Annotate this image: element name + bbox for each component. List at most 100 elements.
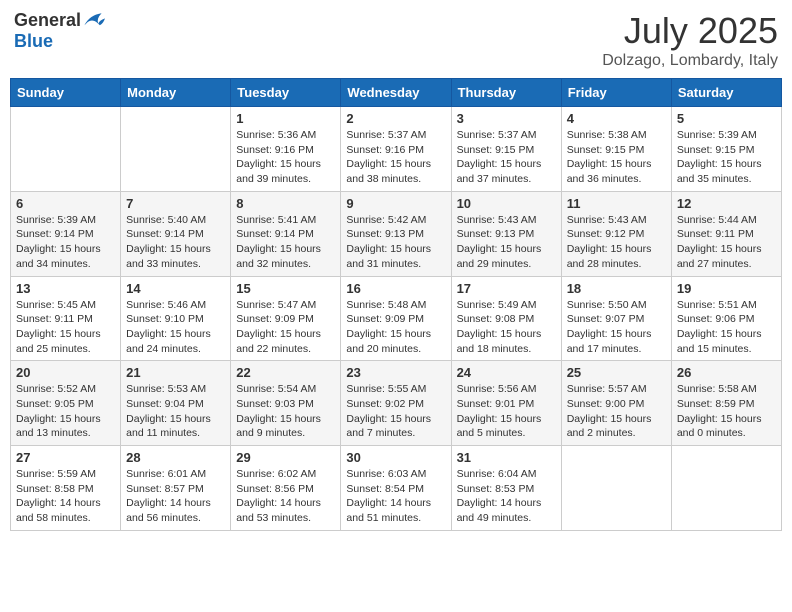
calendar-cell: 3 Sunrise: 5:37 AMSunset: 9:15 PMDaylight… (451, 107, 561, 192)
day-number: 7 (126, 196, 225, 211)
day-number: 19 (677, 281, 776, 296)
calendar-week-row: 13Sunrise: 5:45 AMSunset: 9:11 PMDayligh… (11, 276, 782, 361)
page-header: General Blue July 2025 Dolzago, Lombardy… (10, 10, 782, 70)
day-number: 17 (457, 281, 556, 296)
weekday-header-sunday: Sunday (11, 79, 121, 107)
day-info: Sunrise: 6:01 AMSunset: 8:57 PMDaylight:… (126, 467, 225, 526)
calendar-cell: 24 Sunrise: 5:56 AMSunset: 9:01 PMDayligh… (451, 361, 561, 446)
day-info: Sunrise: 5:43 AMSunset: 9:13 PMDaylight:… (457, 213, 556, 272)
calendar-cell (561, 446, 671, 531)
day-info: Sunrise: 5:59 AMSunset: 8:58 PMDaylight:… (16, 467, 115, 526)
calendar-cell: 18 Sunrise: 5:50 AMSunset: 9:07 PMDayligh… (561, 276, 671, 361)
calendar-cell: 1 Sunrise: 5:36 AMSunset: 9:16 PMDaylight… (231, 107, 341, 192)
day-number: 4 (567, 111, 666, 126)
day-info: Sunrise: 5:38 AMSunset: 9:15 PMDaylight:… (567, 128, 666, 187)
day-info: Sunrise: 5:49 AMSunset: 9:08 PMDaylight:… (457, 298, 556, 357)
weekday-header-tuesday: Tuesday (231, 79, 341, 107)
calendar-table: SundayMondayTuesdayWednesdayThursdayFrid… (10, 78, 782, 531)
day-number: 12 (677, 196, 776, 211)
day-info: Sunrise: 5:42 AMSunset: 9:13 PMDaylight:… (346, 213, 445, 272)
weekday-header-saturday: Saturday (671, 79, 781, 107)
day-info: Sunrise: 5:52 AMSunset: 9:05 PMDaylight:… (16, 382, 115, 441)
day-info: Sunrise: 5:57 AMSunset: 9:00 PMDaylight:… (567, 382, 666, 441)
calendar-cell: 29 Sunrise: 6:02 AMSunset: 8:56 PMDayligh… (231, 446, 341, 531)
weekday-header-monday: Monday (121, 79, 231, 107)
calendar-cell: 20 Sunrise: 5:52 AMSunset: 9:05 PMDayligh… (11, 361, 121, 446)
day-number: 14 (126, 281, 225, 296)
logo: General Blue (14, 10, 105, 52)
month-title: July 2025 (602, 10, 778, 52)
calendar-cell: 22 Sunrise: 5:54 AMSunset: 9:03 PMDayligh… (231, 361, 341, 446)
day-number: 22 (236, 365, 335, 380)
calendar-cell: 6 Sunrise: 5:39 AMSunset: 9:14 PMDaylight… (11, 191, 121, 276)
calendar-cell: 31Sunrise: 6:04 AMSunset: 8:53 PMDayligh… (451, 446, 561, 531)
title-section: July 2025 Dolzago, Lombardy, Italy (602, 10, 778, 70)
day-info: Sunrise: 5:50 AMSunset: 9:07 PMDaylight:… (567, 298, 666, 357)
day-number: 30 (346, 450, 445, 465)
calendar-cell: 25 Sunrise: 5:57 AMSunset: 9:00 PMDayligh… (561, 361, 671, 446)
calendar-cell: 14 Sunrise: 5:46 AMSunset: 9:10 PMDayligh… (121, 276, 231, 361)
day-number: 28 (126, 450, 225, 465)
day-info: Sunrise: 5:54 AMSunset: 9:03 PMDaylight:… (236, 382, 335, 441)
day-number: 18 (567, 281, 666, 296)
logo-blue-text: Blue (14, 31, 53, 51)
day-info: Sunrise: 6:02 AMSunset: 8:56 PMDaylight:… (236, 467, 335, 526)
logo-general-text: General (14, 10, 81, 31)
calendar-cell (11, 107, 121, 192)
calendar-week-row: 27 Sunrise: 5:59 AMSunset: 8:58 PMDayligh… (11, 446, 782, 531)
location-subtitle: Dolzago, Lombardy, Italy (602, 52, 778, 70)
day-number: 6 (16, 196, 115, 211)
calendar-cell: 26Sunrise: 5:58 AMSunset: 8:59 PMDayligh… (671, 361, 781, 446)
day-info: Sunrise: 5:40 AMSunset: 9:14 PMDaylight:… (126, 213, 225, 272)
calendar-cell: 23Sunrise: 5:55 AMSunset: 9:02 PMDayligh… (341, 361, 451, 446)
calendar-cell: 30 Sunrise: 6:03 AMSunset: 8:54 PMDayligh… (341, 446, 451, 531)
weekday-header-thursday: Thursday (451, 79, 561, 107)
calendar-week-row: 6 Sunrise: 5:39 AMSunset: 9:14 PMDaylight… (11, 191, 782, 276)
day-info: Sunrise: 5:44 AMSunset: 9:11 PMDaylight:… (677, 213, 776, 272)
day-number: 8 (236, 196, 335, 211)
calendar-cell: 7 Sunrise: 5:40 AMSunset: 9:14 PMDaylight… (121, 191, 231, 276)
day-number: 5 (677, 111, 776, 126)
day-info: Sunrise: 5:55 AMSunset: 9:02 PMDaylight:… (346, 382, 445, 441)
calendar-cell: 16Sunrise: 5:48 AMSunset: 9:09 PMDayligh… (341, 276, 451, 361)
day-number: 16 (346, 281, 445, 296)
day-number: 26 (677, 365, 776, 380)
calendar-cell: 17 Sunrise: 5:49 AMSunset: 9:08 PMDayligh… (451, 276, 561, 361)
day-info: Sunrise: 5:51 AMSunset: 9:06 PMDaylight:… (677, 298, 776, 357)
day-number: 24 (457, 365, 556, 380)
calendar-week-row: 20 Sunrise: 5:52 AMSunset: 9:05 PMDayligh… (11, 361, 782, 446)
logo-bird-icon (81, 11, 105, 31)
day-info: Sunrise: 5:37 AMSunset: 9:16 PMDaylight:… (346, 128, 445, 187)
day-number: 27 (16, 450, 115, 465)
day-info: Sunrise: 6:04 AMSunset: 8:53 PMDaylight:… (457, 467, 556, 526)
calendar-cell: 9Sunrise: 5:42 AMSunset: 9:13 PMDaylight… (341, 191, 451, 276)
day-number: 2 (346, 111, 445, 126)
day-info: Sunrise: 5:47 AMSunset: 9:09 PMDaylight:… (236, 298, 335, 357)
day-number: 15 (236, 281, 335, 296)
day-number: 29 (236, 450, 335, 465)
calendar-cell: 13Sunrise: 5:45 AMSunset: 9:11 PMDayligh… (11, 276, 121, 361)
calendar-cell: 11Sunrise: 5:43 AMSunset: 9:12 PMDayligh… (561, 191, 671, 276)
day-info: Sunrise: 5:41 AMSunset: 9:14 PMDaylight:… (236, 213, 335, 272)
day-number: 1 (236, 111, 335, 126)
calendar-cell: 10 Sunrise: 5:43 AMSunset: 9:13 PMDayligh… (451, 191, 561, 276)
day-number: 20 (16, 365, 115, 380)
calendar-cell: 27 Sunrise: 5:59 AMSunset: 8:58 PMDayligh… (11, 446, 121, 531)
calendar-cell: 15 Sunrise: 5:47 AMSunset: 9:09 PMDayligh… (231, 276, 341, 361)
day-info: Sunrise: 6:03 AMSunset: 8:54 PMDaylight:… (346, 467, 445, 526)
day-info: Sunrise: 5:36 AMSunset: 9:16 PMDaylight:… (236, 128, 335, 187)
day-info: Sunrise: 5:43 AMSunset: 9:12 PMDaylight:… (567, 213, 666, 272)
day-number: 10 (457, 196, 556, 211)
calendar-week-row: 1 Sunrise: 5:36 AMSunset: 9:16 PMDaylight… (11, 107, 782, 192)
day-number: 25 (567, 365, 666, 380)
calendar-cell: 5 Sunrise: 5:39 AMSunset: 9:15 PMDaylight… (671, 107, 781, 192)
weekday-header-friday: Friday (561, 79, 671, 107)
day-number: 3 (457, 111, 556, 126)
day-info: Sunrise: 5:37 AMSunset: 9:15 PMDaylight:… (457, 128, 556, 187)
day-info: Sunrise: 5:39 AMSunset: 9:15 PMDaylight:… (677, 128, 776, 187)
day-info: Sunrise: 5:46 AMSunset: 9:10 PMDaylight:… (126, 298, 225, 357)
day-info: Sunrise: 5:39 AMSunset: 9:14 PMDaylight:… (16, 213, 115, 272)
day-info: Sunrise: 5:56 AMSunset: 9:01 PMDaylight:… (457, 382, 556, 441)
calendar-cell: 28 Sunrise: 6:01 AMSunset: 8:57 PMDayligh… (121, 446, 231, 531)
calendar-cell: 19 Sunrise: 5:51 AMSunset: 9:06 PMDayligh… (671, 276, 781, 361)
